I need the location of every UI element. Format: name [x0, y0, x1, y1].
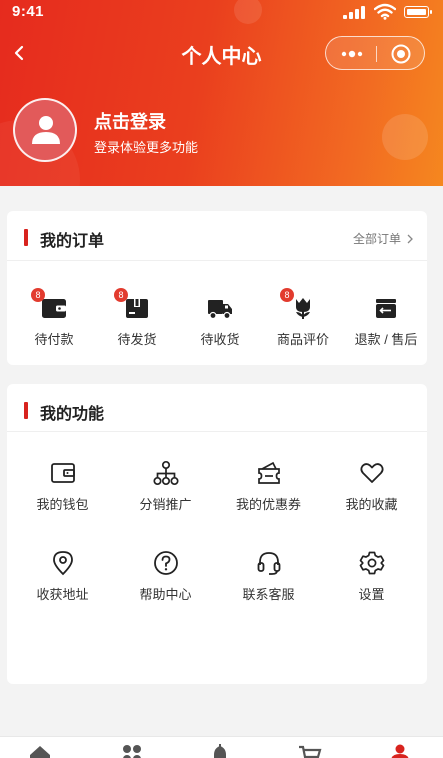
function-wallet[interactable]: 我的钱包 — [10, 460, 115, 520]
wifi-icon — [374, 3, 396, 20]
function-help-center[interactable]: 帮助中心 — [113, 550, 218, 610]
function-label: 分销推广 — [139, 497, 192, 512]
home-icon[interactable] — [26, 743, 54, 758]
function-label: 收获地址 — [36, 587, 89, 602]
flower-icon — [296, 298, 310, 319]
avatar[interactable] — [13, 98, 77, 162]
function-distribution[interactable]: 分销推广 — [113, 460, 218, 520]
order-pending-payment[interactable]: 8 待付款 — [12, 288, 96, 355]
status-bar: 9:41 — [0, 0, 443, 24]
function-label: 我的钱包 — [36, 497, 89, 512]
refund-icon — [376, 299, 396, 318]
functions-title: 我的功能 — [40, 406, 105, 423]
function-address[interactable]: 收获地址 — [10, 550, 115, 610]
order-item-label: 待发货 — [117, 332, 157, 347]
wallet-outline-icon — [51, 463, 75, 483]
profile-icon[interactable] — [386, 743, 414, 758]
unread-badge: 8 — [114, 288, 128, 302]
location-icon — [53, 551, 73, 576]
bell-icon[interactable] — [206, 743, 234, 758]
header-banner: 9:41 个人中心 点击登录 登录体验更多功能 — [0, 0, 443, 186]
function-label: 联系客服 — [242, 587, 295, 602]
help-icon — [154, 551, 178, 575]
order-item-label: 待收货 — [200, 332, 240, 347]
status-time: 9:41 — [12, 3, 45, 20]
unread-badge: 8 — [280, 288, 294, 302]
orders-title: 我的订单 — [40, 233, 105, 250]
settings-icon — [359, 551, 385, 575]
bottom-tab-bar — [0, 736, 443, 758]
function-coupons[interactable]: 我的优惠券 — [216, 460, 321, 520]
order-item-label: 退款 / 售后 — [354, 332, 418, 347]
orders-card-header: 我的订单 全部订单 — [7, 211, 427, 261]
function-label: 帮助中心 — [139, 587, 192, 602]
order-refund-aftersale[interactable]: 退款 / 售后 — [344, 295, 428, 355]
function-favorites[interactable]: 我的收藏 — [319, 460, 424, 520]
decor-bubble — [382, 114, 428, 160]
wallet-icon — [42, 299, 66, 318]
close-target-icon[interactable] — [382, 41, 420, 67]
function-customer-service[interactable]: 联系客服 — [216, 550, 321, 610]
user-icon — [32, 116, 60, 144]
coupon-icon — [258, 461, 280, 484]
order-pending-shipment[interactable]: 8 待发货 — [95, 288, 179, 355]
login-title[interactable]: 点击登录 — [94, 108, 166, 134]
battery-icon — [404, 6, 432, 18]
order-item-label: 待付款 — [34, 332, 74, 347]
package-icon — [126, 299, 148, 318]
order-review[interactable]: 8 商品评价 — [261, 288, 345, 355]
signal-icon — [343, 6, 367, 19]
capsule-divider — [376, 46, 377, 62]
functions-card-header: 我的功能 — [7, 384, 427, 432]
login-subtitle: 登录体验更多功能 — [94, 140, 199, 155]
function-label: 设置 — [358, 587, 385, 602]
function-label: 我的优惠券 — [235, 497, 301, 512]
category-icon[interactable] — [118, 743, 146, 758]
truck-icon — [208, 300, 232, 320]
orders-card: 我的订单 全部订单 8 待付款 8 待发货 待收货 8 商品评价 退款 / 售后 — [7, 211, 427, 365]
function-settings[interactable]: 设置 — [319, 550, 424, 610]
functions-card: 我的功能 我的钱包 分销推广 我的优惠券 我的收藏 收获地址 帮助中心 联系客服… — [7, 384, 427, 684]
order-item-label: 商品评价 — [276, 332, 329, 347]
personal-center-page: 9:41 个人中心 点击登录 登录体验更多功能 我的订单 全部订单 8 待付款 … — [0, 0, 443, 758]
order-pending-receipt[interactable]: 待收货 — [178, 295, 262, 355]
back-arrow-icon[interactable] — [8, 38, 34, 68]
more-dots-icon[interactable] — [332, 41, 372, 67]
unread-badge: 8 — [31, 288, 45, 302]
cart-icon[interactable] — [296, 743, 324, 758]
all-orders-link[interactable]: 全部订单 — [353, 230, 413, 247]
function-label: 我的收藏 — [345, 497, 398, 512]
mini-program-capsule — [325, 36, 425, 70]
chevron-right-icon — [407, 234, 413, 244]
section-accent-bar — [24, 229, 28, 246]
all-orders-label: 全部订单 — [352, 232, 401, 246]
section-accent-bar — [24, 402, 28, 419]
network-icon — [153, 460, 179, 486]
heart-icon — [360, 463, 384, 483]
headset-icon — [257, 552, 281, 575]
